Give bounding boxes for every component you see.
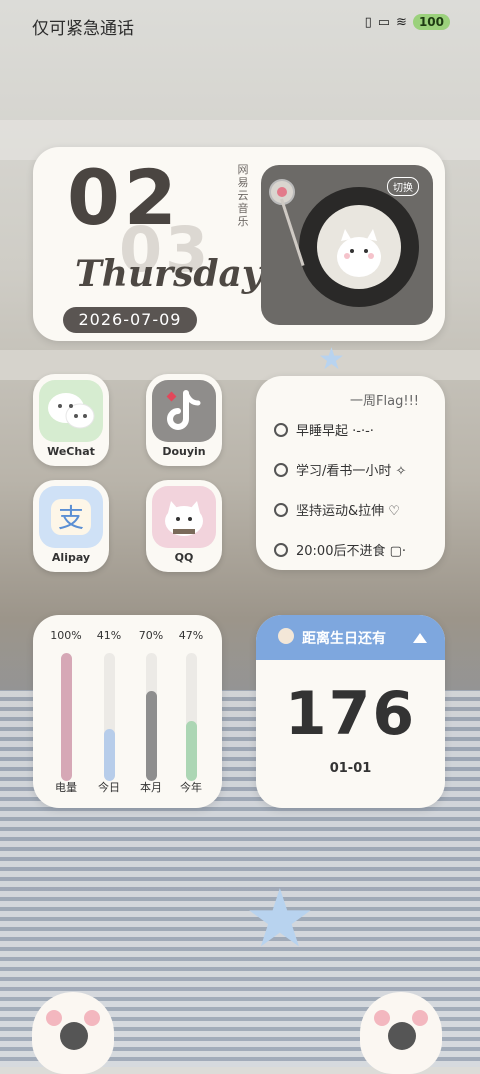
birthday-date: 01-01 xyxy=(329,761,372,776)
progress-year: 47% 今年 xyxy=(174,629,208,799)
app-qq[interactable]: QQ xyxy=(146,480,222,572)
hour-text: 02 xyxy=(67,153,181,242)
progress-track xyxy=(186,653,197,781)
progress-percent: 70% xyxy=(138,629,164,642)
progress-label: 电量 xyxy=(55,781,77,794)
checkbox-icon[interactable] xyxy=(274,462,288,477)
checkbox-icon[interactable] xyxy=(274,502,288,517)
checkbox-icon[interactable] xyxy=(274,422,288,437)
flag-item[interactable]: 20:00后不进食 ▢· xyxy=(274,540,406,559)
date-pill: 2026-07-09 xyxy=(63,307,197,333)
flag-item-label: 早睡早起 ·-·-· xyxy=(296,424,374,439)
birthday-widget[interactable]: 距离生日还有 176 01-01 xyxy=(256,615,445,808)
cake-icon xyxy=(278,628,294,644)
clock-widget[interactable]: 03 02 Thursday 2026-07-09 网易云音乐 切换 xyxy=(33,147,445,341)
music-app-label: 网易云音乐 xyxy=(237,163,249,228)
birthday-title: 距离生日还有 xyxy=(302,631,386,647)
flag-item-label: 坚持运动&拉伸 ♡ xyxy=(296,504,400,519)
sim-icon: ▭ xyxy=(377,14,391,30)
progress-battery: 100% 电量 xyxy=(49,629,83,799)
triangle-icon xyxy=(413,633,427,643)
flag-item[interactable]: 早睡早起 ·-·-· xyxy=(274,420,374,439)
app-label: QQ xyxy=(174,551,194,564)
progress-today: 41% 今日 xyxy=(92,629,126,799)
app-label: WeChat xyxy=(47,445,95,458)
progress-fill xyxy=(186,720,197,781)
status-icons: ▯ ▭ ≋ 100 xyxy=(365,14,450,30)
progress-track xyxy=(104,653,115,781)
app-wechat[interactable]: WeChat xyxy=(33,374,109,466)
weekday-text: Thursday xyxy=(75,253,263,295)
vibrate-icon: ▯ xyxy=(364,14,372,30)
flag-widget[interactable]: 一周Flag!!! 早睡早起 ·-·-· 学习/看书一小时 ✧ 坚持运动&拉伸 … xyxy=(256,376,445,570)
paw-right-icon xyxy=(360,992,442,1074)
qq-cat-icon xyxy=(152,486,216,548)
flag-item-label: 学习/看书一小时 ✧ xyxy=(296,464,407,479)
svg-text:支: 支 xyxy=(58,504,84,534)
app-alipay[interactable]: 支 Alipay xyxy=(33,480,109,572)
flag-item[interactable]: 坚持运动&拉伸 ♡ xyxy=(274,500,400,519)
phone-icon[interactable] xyxy=(60,1022,88,1050)
app-label: Alipay xyxy=(51,551,91,564)
progress-fill xyxy=(61,653,72,781)
progress-fill xyxy=(104,728,115,781)
cat-cover-image xyxy=(317,205,401,289)
app-label: Douyin xyxy=(162,445,206,458)
camera-icon[interactable] xyxy=(388,1022,416,1050)
wifi-icon: ≋ xyxy=(396,14,407,30)
douyin-icon xyxy=(152,380,216,442)
flag-title: 一周Flag!!! xyxy=(350,394,419,409)
wechat-icon xyxy=(39,380,103,442)
flag-item-label: 20:00后不进食 ▢· xyxy=(296,544,407,559)
progress-percent: 41% xyxy=(96,629,122,642)
alipay-icon: 支 xyxy=(39,486,103,548)
vinyl-disc-icon xyxy=(299,187,419,307)
flag-item[interactable]: 学习/看书一小时 ✧ xyxy=(274,460,406,479)
progress-label: 今日 xyxy=(98,781,120,794)
paw-left-icon xyxy=(32,992,114,1074)
star-decoration-icon: ★ xyxy=(244,872,316,965)
progress-month: 70% 本月 xyxy=(134,629,168,799)
progress-track xyxy=(146,653,157,781)
progress-percent: 47% xyxy=(178,629,204,642)
music-player[interactable]: 切换 xyxy=(261,165,433,325)
progress-label: 本月 xyxy=(140,781,162,794)
progress-label: 今年 xyxy=(180,781,202,794)
carrier-text: 仅可紧急通话 xyxy=(32,19,134,39)
status-bar: 仅可紧急通话 ▯ ▭ ≋ 100 xyxy=(0,0,480,50)
checkbox-icon[interactable] xyxy=(274,542,288,557)
progress-fill xyxy=(146,691,157,781)
app-douyin[interactable]: Douyin xyxy=(146,374,222,466)
star-decoration-icon: ★ xyxy=(318,342,345,377)
birthday-days-count: 176 xyxy=(284,679,417,749)
birthday-header: 距离生日还有 xyxy=(256,615,445,660)
switch-button[interactable]: 切换 xyxy=(387,177,419,196)
progress-track xyxy=(61,653,72,781)
progress-percent: 100% xyxy=(50,629,82,642)
progress-widget[interactable]: 100% 电量 41% 今日 70% 本月 47% 今年 xyxy=(33,615,222,808)
battery-icon: 100 xyxy=(412,14,450,30)
